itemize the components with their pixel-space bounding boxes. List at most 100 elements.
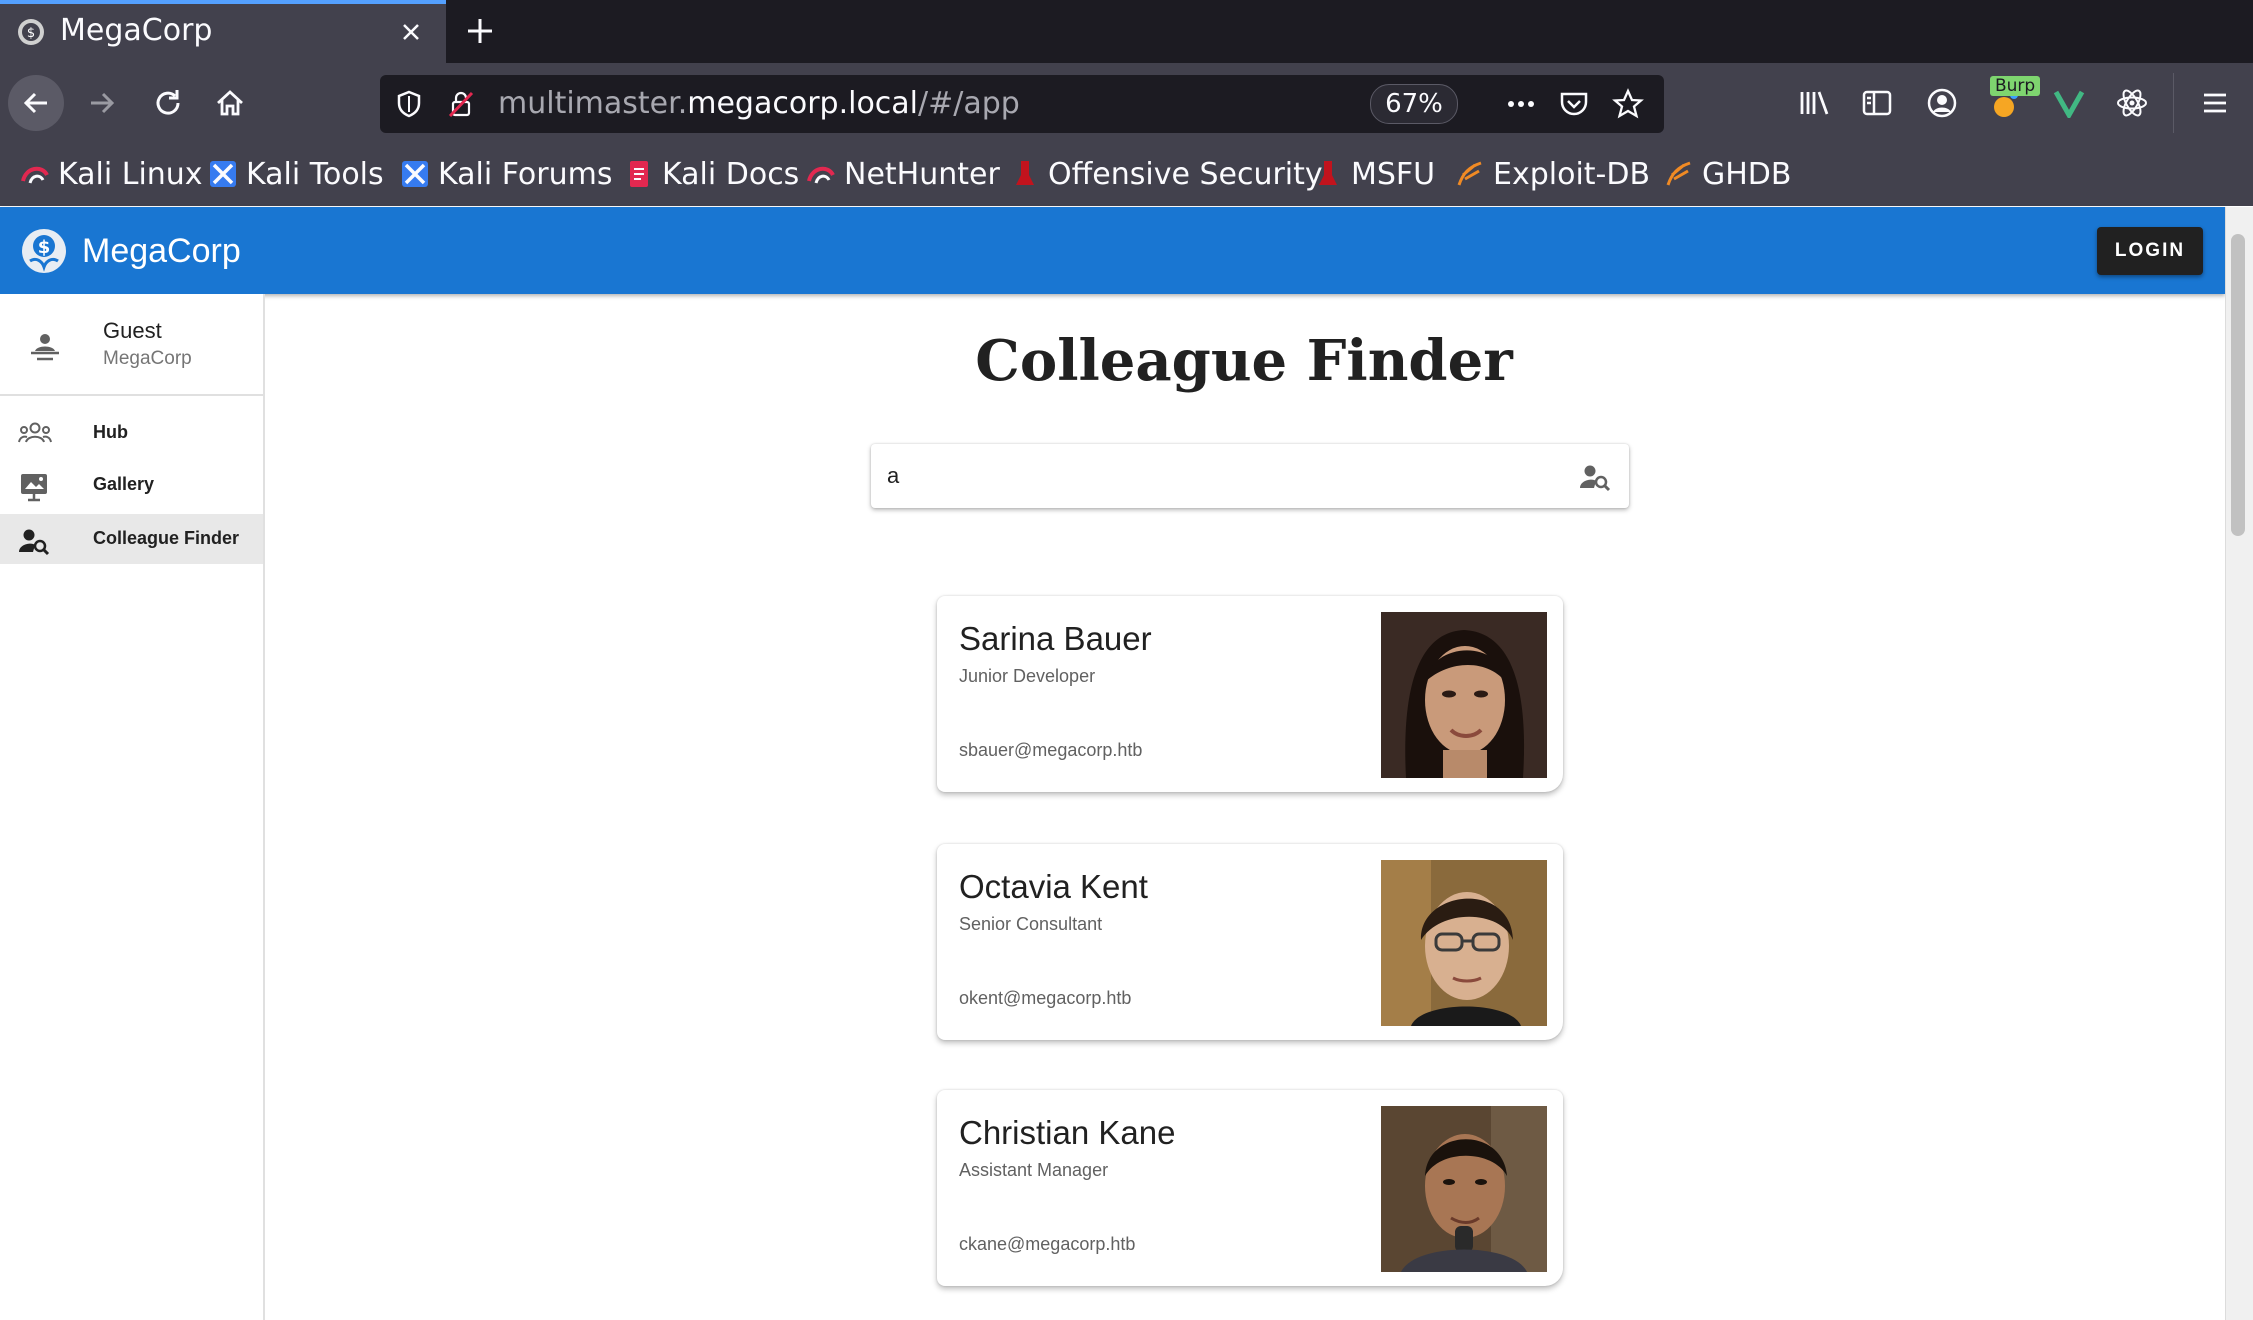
app-title[interactable]: MegaCorp: [82, 229, 241, 273]
nav-item-label: Hub: [93, 422, 128, 442]
bookmark-label: Kali Tools: [246, 156, 384, 192]
active-tab-indicator: [0, 0, 446, 4]
colleague-card[interactable]: Christian Kane Assistant Manager ckane@m…: [937, 1090, 1563, 1286]
bookmark-ghdb[interactable]: GHDB: [1664, 154, 1792, 194]
kali-forums-icon: [400, 159, 430, 189]
kali-dragon-icon: [20, 159, 50, 189]
bookmark-label: Kali Linux: [58, 156, 203, 192]
forward-button[interactable]: [74, 75, 130, 131]
exploitdb-icon: [1455, 159, 1485, 189]
bookmark-nethunter[interactable]: NetHunter: [806, 154, 1000, 194]
account-icon[interactable]: [1922, 83, 1962, 123]
colleague-email: ckane@megacorp.htb: [959, 1234, 1136, 1254]
bookmark-msfu[interactable]: MSFU: [1313, 154, 1435, 194]
colleague-name: Octavia Kent: [959, 868, 1148, 905]
nav-item-label: Gallery: [93, 474, 155, 494]
nav-item-hub[interactable]: Hub: [0, 408, 263, 458]
user-avatar-icon: [28, 330, 62, 364]
sidebar-icon[interactable]: [1857, 83, 1897, 123]
colleague-search-input[interactable]: [887, 458, 1547, 494]
url-subdomain: multimaster.: [498, 86, 688, 121]
bookmark-label: MSFU: [1351, 156, 1436, 192]
colleague-position: Junior Developer: [959, 666, 1096, 686]
bookmark-star-icon[interactable]: [1612, 88, 1644, 120]
colleague-email: sbauer@megacorp.htb: [959, 740, 1143, 760]
url-domain: megacorp.local: [687, 86, 919, 121]
bookmark-label: Exploit-DB: [1493, 156, 1651, 192]
colleague-photo: [1381, 612, 1547, 778]
colleague-position: Senior Consultant: [959, 914, 1103, 934]
url-bar[interactable]: multimaster.megacorp.local/#/app 67%: [380, 75, 1664, 133]
bookmark-label: Kali Docs: [662, 156, 800, 192]
svg-text:$: $: [27, 26, 35, 41]
vue-devtools-icon[interactable]: [2049, 83, 2089, 123]
browser-tab-megacorp[interactable]: $ MegaCorp: [0, 0, 446, 63]
bookmarks-toolbar: Kali Linux Kali Tools Kali Forums Kali D…: [0, 144, 2253, 206]
bookmark-label: Offensive Security: [1048, 156, 1323, 192]
navigation-toolbar: multimaster.megacorp.local/#/app 67% Bur…: [0, 63, 2253, 144]
bookmark-offensive-security[interactable]: Offensive Security: [1010, 154, 1323, 194]
new-tab-icon[interactable]: [463, 14, 497, 48]
pocket-icon[interactable]: [1558, 89, 1590, 119]
colleague-photo: [1381, 860, 1547, 1026]
offsec-icon: [1010, 159, 1040, 189]
bookmark-kali-docs[interactable]: Kali Docs: [624, 154, 799, 194]
nav-item-gallery[interactable]: Gallery: [0, 460, 263, 510]
colleague-photo: [1381, 1106, 1547, 1272]
close-tab-icon[interactable]: [396, 17, 426, 47]
burp-badge: Burp: [1990, 76, 2041, 96]
kali-docs-icon: [624, 159, 654, 189]
bookmark-kali-linux[interactable]: Kali Linux: [20, 154, 203, 194]
nav-item-colleague-finder[interactable]: Colleague Finder: [0, 514, 263, 564]
tracking-shield-icon[interactable]: [394, 89, 424, 119]
bookmark-label: GHDB: [1702, 156, 1792, 192]
page-scrollbar-thumb[interactable]: [2231, 234, 2245, 536]
kali-tools-icon: [208, 159, 238, 189]
home-icon: [217, 90, 243, 116]
bookmark-label: Kali Forums: [438, 156, 613, 192]
reload-button[interactable]: [140, 75, 196, 131]
msfu-icon: [1313, 159, 1343, 189]
home-button[interactable]: [202, 75, 258, 131]
user-organization: MegaCorp: [103, 348, 192, 369]
user-name: Guest: [103, 318, 162, 343]
more-actions-icon[interactable]: [1504, 89, 1538, 119]
nav-item-label: Colleague Finder: [93, 528, 240, 548]
hamburger-menu-icon[interactable]: [2195, 83, 2235, 123]
megacorp-logo-icon: $: [20, 227, 68, 275]
bookmark-kali-forums[interactable]: Kali Forums: [400, 154, 612, 194]
colleague-name: Sarina Bauer: [959, 620, 1152, 657]
arrow-right-icon: [91, 92, 115, 114]
page-title: Colleague Finder: [975, 328, 1513, 394]
login-button[interactable]: LOGIN: [2097, 227, 2203, 275]
navigation-drawer: Guest MegaCorp Hub Gallery Colleague Fin…: [0, 294, 265, 1320]
megacorp-favicon-icon: $: [16, 17, 46, 47]
bookmark-label: NetHunter: [844, 156, 1000, 192]
bookmark-kali-tools[interactable]: Kali Tools: [208, 154, 384, 194]
people-icon: [18, 420, 52, 446]
arrow-left-icon: [23, 92, 47, 114]
colleague-search-box[interactable]: [871, 444, 1629, 508]
react-devtools-icon[interactable]: [2112, 83, 2152, 123]
svg-text:$: $: [38, 237, 51, 258]
colleague-card[interactable]: Sarina Bauer Junior Developer sbauer@meg…: [937, 596, 1563, 792]
colleague-name: Christian Kane: [959, 1114, 1176, 1151]
app-toolbar: $ MegaCorp LOGIN: [0, 207, 2225, 294]
tab-title: MegaCorp: [60, 13, 213, 48]
tab-strip: $ MegaCorp: [0, 0, 2253, 63]
person-search-icon: [18, 526, 50, 556]
colleague-email: okent@megacorp.htb: [959, 988, 1132, 1008]
user-profile: Guest MegaCorp: [0, 294, 263, 396]
colleague-card[interactable]: Octavia Kent Senior Consultant okent@meg…: [937, 844, 1563, 1040]
reload-icon: [156, 90, 180, 115]
ghdb-icon: [1664, 159, 1694, 189]
nethunter-icon: [806, 159, 836, 189]
library-icon[interactable]: [1795, 83, 1835, 123]
insecure-connection-icon[interactable]: [446, 89, 476, 119]
url-text[interactable]: multimaster.megacorp.local/#/app: [498, 85, 1020, 123]
bookmark-exploit-db[interactable]: Exploit-DB: [1455, 154, 1650, 194]
zoom-level-button[interactable]: 67%: [1370, 84, 1458, 124]
person-search-icon[interactable]: [1579, 462, 1611, 492]
back-button[interactable]: [8, 75, 64, 131]
url-path: /#/app: [918, 86, 1020, 121]
